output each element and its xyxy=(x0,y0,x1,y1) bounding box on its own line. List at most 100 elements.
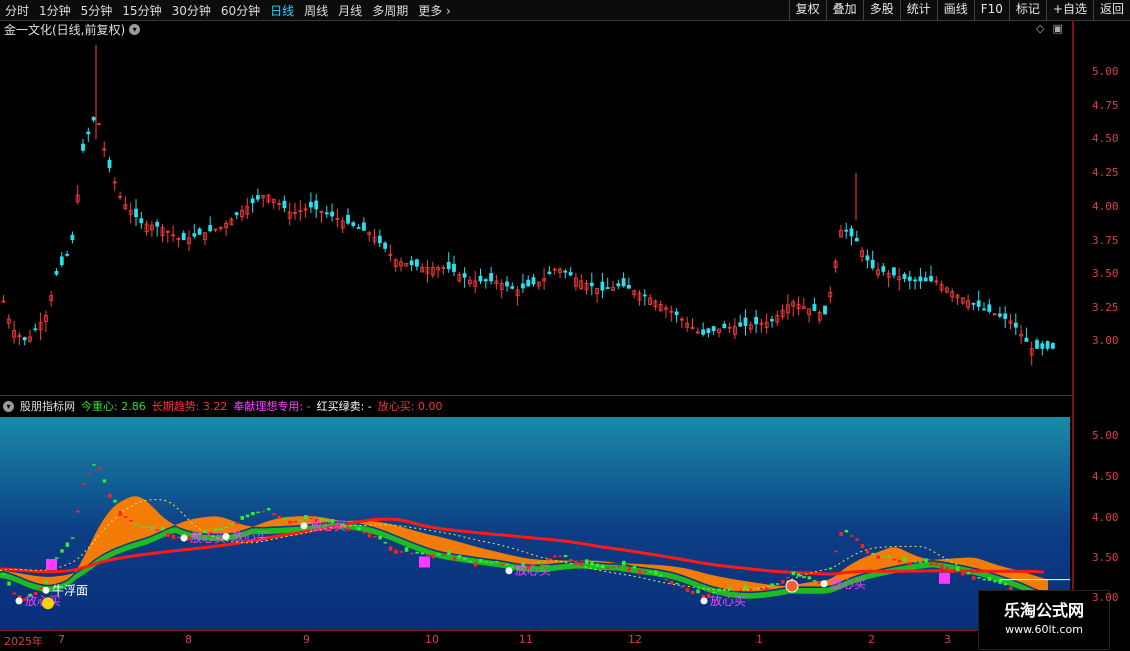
maximize-icon[interactable]: ▣ xyxy=(1052,22,1062,35)
candle xyxy=(892,267,896,276)
toolbar-button[interactable]: 标记 xyxy=(1008,0,1046,20)
date-tick: 8 xyxy=(185,633,192,646)
ind-candle xyxy=(982,578,986,581)
period-tab[interactable]: 5分钟 xyxy=(76,2,118,19)
period-tab[interactable]: 30分钟 xyxy=(167,2,216,19)
ind-candle xyxy=(717,588,721,592)
ind-candle xyxy=(834,550,838,553)
toolbar-button[interactable]: 画线 xyxy=(936,0,974,20)
diamond-icon[interactable]: ◇ xyxy=(1036,22,1044,35)
ind-candle xyxy=(871,552,875,555)
ind-candle xyxy=(224,526,229,529)
ind-candle xyxy=(12,592,17,595)
ind-candle xyxy=(802,576,806,579)
ball-icon xyxy=(785,579,799,593)
candle xyxy=(844,229,849,232)
ind-candle xyxy=(139,526,144,528)
price-tick: 4.00 xyxy=(1092,200,1119,213)
indicator-tick: 3.00 xyxy=(1092,591,1119,604)
candle xyxy=(54,271,59,275)
toolbar-button[interactable]: +自选 xyxy=(1045,0,1093,20)
candle xyxy=(754,316,758,325)
annotation-label: 放心买 xyxy=(232,528,268,543)
candle xyxy=(91,117,96,121)
candle xyxy=(308,201,313,208)
candle xyxy=(902,273,907,279)
annotation-label: 放心买 xyxy=(190,530,226,545)
period-tab[interactable]: 日线 xyxy=(265,2,299,19)
candle xyxy=(134,208,138,218)
chevron-down-icon[interactable]: ▾ xyxy=(129,23,141,35)
price-tick: 3.25 xyxy=(1092,301,1119,314)
toolbar-button[interactable]: 复权 xyxy=(788,0,826,20)
candle xyxy=(923,277,928,282)
date-tick: 1 xyxy=(756,633,763,646)
candle xyxy=(22,337,27,341)
ind-candle xyxy=(367,533,372,538)
candle xyxy=(870,259,875,269)
candle xyxy=(139,218,144,224)
candle xyxy=(849,228,854,237)
ind-candle xyxy=(738,589,743,592)
chevron-down-icon[interactable]: ▾ xyxy=(3,400,14,412)
ind-candle xyxy=(971,576,976,580)
candle xyxy=(854,237,859,242)
ind-candle xyxy=(892,558,896,561)
indicator-panel[interactable]: 牛浮面放心买放心买放心买放心买放心买放心买放心买 xyxy=(0,417,1070,630)
period-tab[interactable]: 分时 xyxy=(0,2,34,19)
ind-candle xyxy=(775,583,780,585)
candle xyxy=(462,273,467,278)
toolbar-button[interactable]: 返回 xyxy=(1092,0,1130,20)
period-tabs: 分时 1分钟 5分钟 15分钟 30分钟 60分钟 日线 周线 月线 多周期 更多 › xyxy=(0,0,456,20)
ind-candle xyxy=(616,565,621,568)
indicator-item: 放心买: 0.00 xyxy=(377,400,443,413)
candlestick-chart[interactable] xyxy=(0,38,1072,394)
ind-candle xyxy=(966,572,971,575)
ind-candle xyxy=(585,559,589,564)
candle xyxy=(107,159,112,169)
annotation-label: 放心买 xyxy=(830,576,866,591)
ind-candle xyxy=(81,483,85,485)
toolbar-button[interactable]: 多股 xyxy=(862,0,900,20)
chart-corner-icons: ◇ ▣ xyxy=(1036,22,1071,35)
candle xyxy=(907,276,912,281)
marker-dot xyxy=(180,534,188,542)
candle xyxy=(81,143,85,151)
ind-candle xyxy=(897,559,902,563)
right-side-text xyxy=(1118,20,1130,650)
period-tab[interactable]: 1分钟 xyxy=(34,2,76,19)
candle xyxy=(478,275,483,282)
candle xyxy=(489,273,494,282)
ind-candle xyxy=(600,564,605,569)
marker-dot xyxy=(820,580,828,588)
period-tab[interactable]: 周线 xyxy=(299,2,333,19)
toolbar-button[interactable]: F10 xyxy=(973,0,1009,20)
candle xyxy=(881,266,886,272)
ind-candle xyxy=(844,529,849,533)
ind-candle xyxy=(113,499,117,503)
smiley-icon xyxy=(42,597,54,610)
ind-candle xyxy=(579,562,584,567)
ind-candle xyxy=(839,531,843,537)
ind-candle xyxy=(744,585,748,590)
period-tab[interactable]: 15分钟 xyxy=(117,2,166,19)
toolbar-button[interactable]: 叠加 xyxy=(825,0,863,20)
ind-candle xyxy=(463,557,467,561)
ind-candle xyxy=(638,569,642,575)
period-tab[interactable]: 月线 xyxy=(333,2,367,19)
toolbar-button[interactable]: 统计 xyxy=(899,0,937,20)
candle xyxy=(600,281,605,291)
indicator-item: 今重心: 2.86 xyxy=(81,400,146,413)
period-tab[interactable]: 60分钟 xyxy=(216,2,265,19)
candle xyxy=(383,242,388,249)
period-tab[interactable]: 多周期 xyxy=(367,2,413,19)
date-tick: 2 xyxy=(868,633,875,646)
period-tab[interactable]: 更多 › xyxy=(413,2,456,19)
ind-candle xyxy=(261,510,266,513)
stock-title: 金一文化(日线,前复权) xyxy=(4,22,126,37)
ind-candle xyxy=(781,580,785,584)
ind-candle xyxy=(410,552,414,555)
candle xyxy=(812,304,817,311)
ind-candle xyxy=(171,534,176,539)
signal-block xyxy=(939,572,950,584)
